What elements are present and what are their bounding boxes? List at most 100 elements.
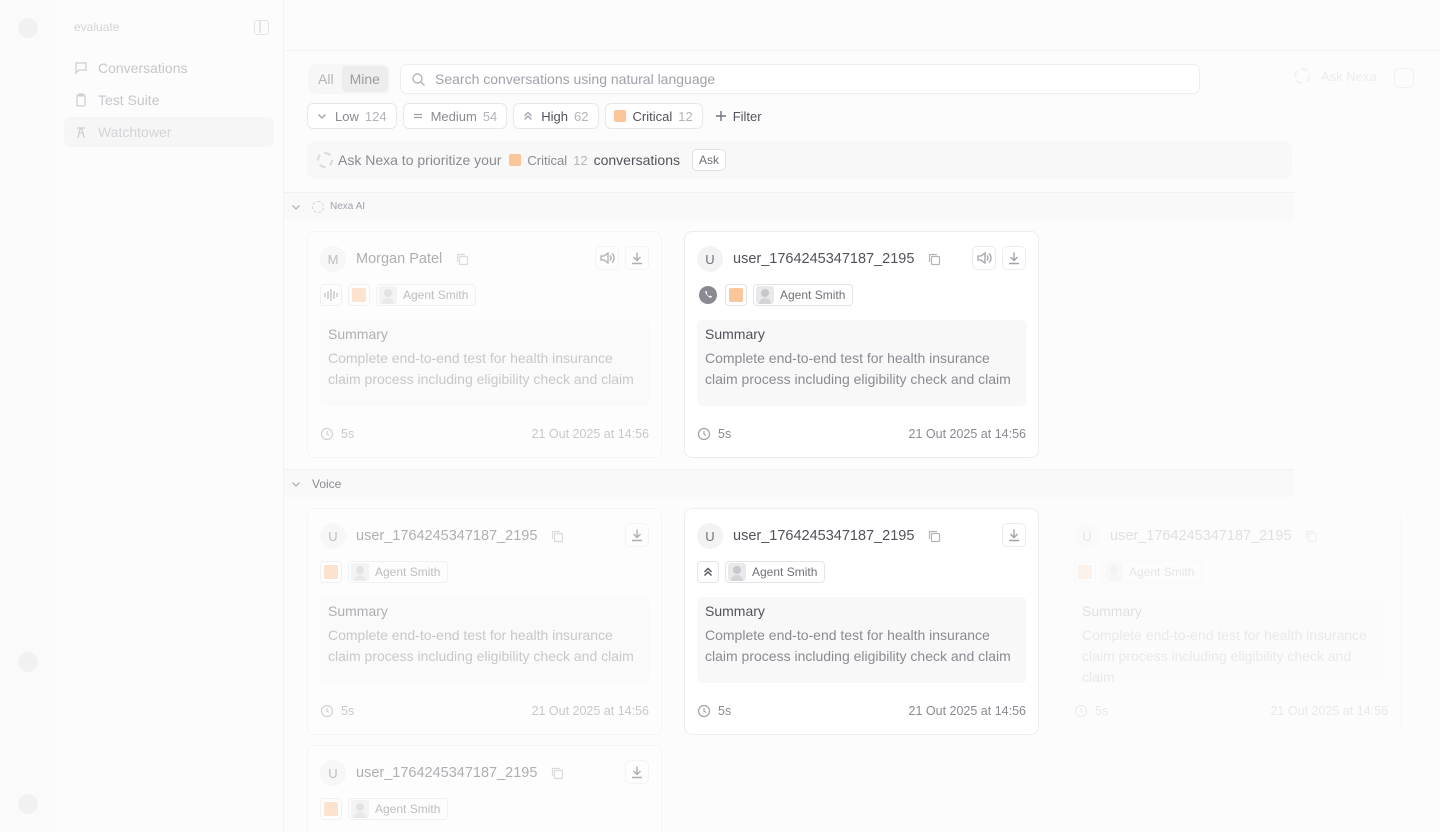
nexa-icon: [317, 152, 333, 168]
sidebar-toggle-icon[interactable]: [254, 20, 269, 35]
clock-icon: [1074, 704, 1088, 718]
agent-chip: Agent Smith: [376, 284, 477, 306]
summary-title: Summary: [328, 603, 388, 619]
filter-medium[interactable]: Medium 54: [402, 103, 508, 129]
duration: 5s: [320, 427, 354, 441]
agent-chip: Agent Smith: [348, 798, 449, 820]
app-logo-icon: [18, 18, 38, 38]
chevrons-up-icon: [522, 110, 534, 122]
summary-text: Complete end-to-end test for health insu…: [328, 627, 634, 664]
critical-priority-icon: [348, 284, 370, 306]
summary-title: Summary: [705, 603, 765, 619]
timestamp: 21 Out 2025 at 14:56: [1270, 704, 1388, 718]
filter-label: Medium: [430, 108, 477, 124]
avatar: U: [320, 760, 346, 786]
copy-icon[interactable]: [927, 529, 942, 544]
group-label: Voice: [312, 476, 342, 491]
speaker-icon[interactable]: [595, 246, 619, 270]
sidebar-item-watchtower[interactable]: Watchtower: [64, 117, 274, 147]
conversation-card[interactable]: U user_1764245347187_2195 Agent Smith Su…: [307, 508, 662, 735]
summary-title: Summary: [328, 326, 388, 342]
filter-button-label: Filter: [732, 108, 762, 124]
copy-icon[interactable]: [1304, 529, 1319, 544]
sidebar-item-test-suite[interactable]: Test Suite: [64, 85, 274, 115]
app-rail: [0, 0, 56, 832]
nexa-icon: [1294, 68, 1310, 84]
waveform-icon: [320, 284, 342, 306]
help-icon[interactable]: [18, 652, 38, 672]
agent-name: Agent Smith: [375, 565, 441, 579]
search-placeholder: Search conversations using natural langu…: [435, 71, 716, 87]
banner-critical-label: Critical: [527, 152, 568, 168]
nexa-icon: [312, 200, 324, 213]
user-avatar[interactable]: [18, 794, 38, 814]
download-icon[interactable]: [625, 760, 649, 784]
search-input[interactable]: Search conversations using natural langu…: [400, 64, 1200, 94]
conversation-card[interactable]: U user_1764245347187_2195 Agent Smith Su…: [1061, 508, 1401, 735]
sidebar-item-label: Watchtower: [98, 124, 172, 140]
avatar: U: [1074, 523, 1100, 549]
agent-avatar: [1105, 563, 1123, 581]
avatar: M: [320, 246, 346, 272]
copy-icon[interactable]: [927, 252, 942, 267]
header-divider: [284, 50, 1440, 51]
add-filter-button[interactable]: Filter: [709, 103, 768, 129]
clock-icon: [320, 427, 334, 441]
duration-value: 5s: [341, 427, 355, 441]
tower-icon: [74, 125, 88, 139]
avatar: U: [697, 523, 723, 549]
filter-label: Low: [335, 108, 359, 124]
filter-high[interactable]: High 62: [513, 103, 599, 129]
agent-avatar: [379, 286, 397, 304]
agent-chip: Agent Smith: [725, 561, 826, 583]
scope-all-tab[interactable]: All: [310, 66, 342, 92]
ask-nexa-button[interactable]: Ask Nexa: [1294, 68, 1377, 84]
agent-name: Agent Smith: [375, 802, 441, 816]
search-icon: [411, 72, 426, 87]
filter-critical[interactable]: Critical 12: [604, 103, 703, 129]
agent-avatar: [756, 286, 774, 304]
summary-box: Summary Complete end-to-end test for hea…: [320, 597, 650, 683]
copy-icon[interactable]: [550, 529, 565, 544]
contact-name: user_1764245347187_2195: [733, 528, 915, 544]
agent-name: Agent Smith: [1129, 565, 1195, 579]
filter-count: 12: [678, 108, 693, 124]
download-icon[interactable]: [625, 246, 649, 270]
group-header-nexa-ai[interactable]: Nexa AI: [284, 192, 1294, 220]
agent-avatar: [728, 563, 746, 581]
group-header-voice[interactable]: Voice: [284, 469, 1294, 497]
conversation-card[interactable]: U user_1764245347187_2195 Agent Smith: [684, 231, 1039, 458]
chevron-down-icon: [290, 478, 302, 490]
clock-icon: [320, 704, 334, 718]
banner-suffix: conversations: [593, 152, 680, 168]
critical-square-icon: [509, 154, 522, 166]
panel-icon[interactable]: [1394, 68, 1414, 88]
summary-text: Complete end-to-end test for health insu…: [1082, 627, 1367, 685]
download-icon[interactable]: [1002, 246, 1026, 270]
conversation-card[interactable]: U user_1764245347187_2195 Agent Smith Su…: [684, 508, 1039, 735]
download-icon[interactable]: [1002, 523, 1026, 547]
banner-prefix: Ask Nexa to prioritize your: [338, 152, 502, 168]
critical-priority-icon: [725, 284, 747, 306]
conversation-card[interactable]: U user_1764245347187_2195 Agent Smith: [307, 745, 662, 832]
chevron-down-icon: [316, 110, 328, 122]
scope-toggle: All Mine: [308, 64, 390, 94]
copy-icon[interactable]: [455, 252, 470, 267]
ask-button[interactable]: Ask: [692, 149, 727, 171]
plus-icon: [715, 110, 727, 122]
agent-chip: Agent Smith: [753, 284, 854, 306]
sidebar-item-conversations[interactable]: Conversations: [64, 53, 274, 83]
duration: 5s: [697, 427, 731, 441]
filter-low[interactable]: Low 124: [307, 103, 397, 129]
summary-box: Summary Complete end-to-end test for hea…: [320, 320, 650, 406]
conversation-card[interactable]: M Morgan Patel Agent Smith Summary Compl…: [307, 231, 662, 458]
scope-mine-tab[interactable]: Mine: [341, 66, 388, 92]
copy-icon[interactable]: [550, 766, 565, 781]
duration-value: 5s: [341, 704, 355, 718]
avatar: U: [320, 523, 346, 549]
sidebar: evaluate Conversations Test Suite Watcht…: [56, 0, 284, 832]
clock-icon: [697, 427, 711, 441]
ask-nexa-label: Ask Nexa: [1321, 68, 1377, 84]
speaker-icon[interactable]: [972, 246, 996, 270]
download-icon[interactable]: [625, 523, 649, 547]
